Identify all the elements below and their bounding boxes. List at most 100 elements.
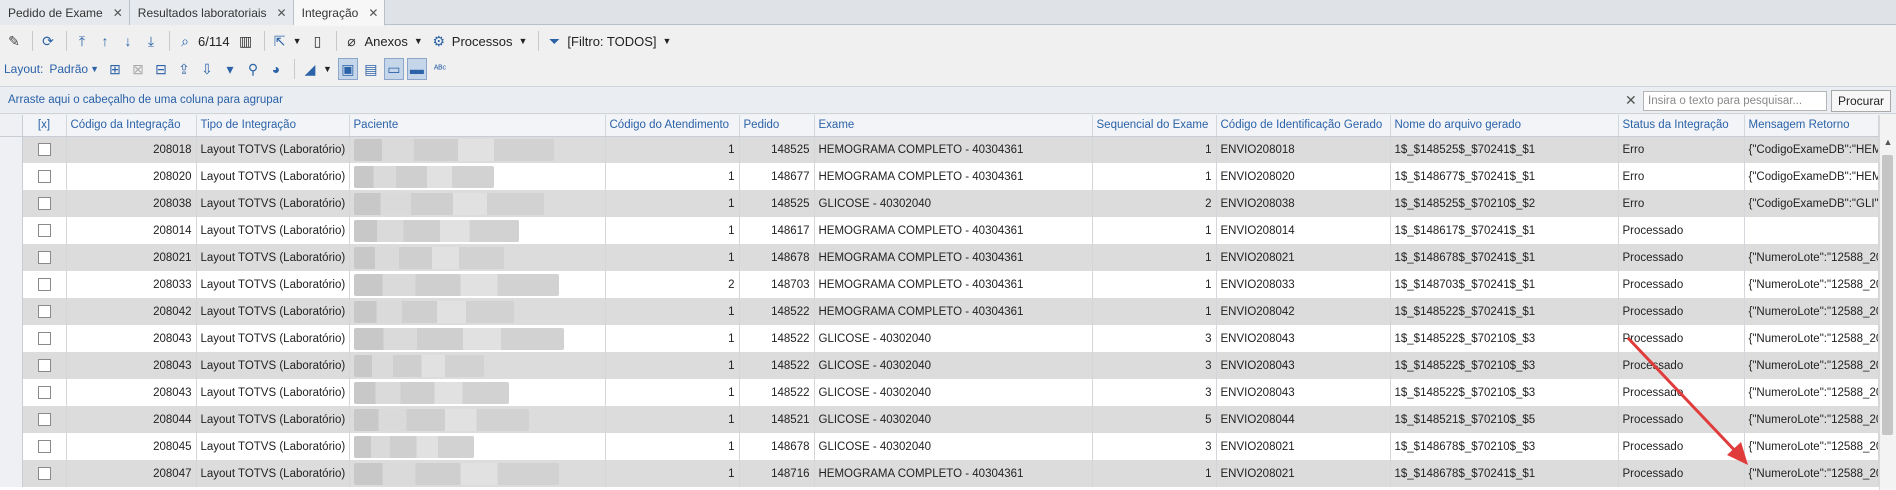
row-checkbox-cell[interactable]: [22, 298, 67, 325]
table-row[interactable]: 208020 Layout TOTVS (Laboratório) 1 148677 H…: [0, 163, 1879, 190]
row-checkbox-cell[interactable]: [22, 190, 67, 217]
delete-layout-icon[interactable]: ⊠: [128, 58, 148, 80]
close-icon[interactable]: ✕: [113, 6, 123, 20]
chevron-down-icon[interactable]: ▼: [414, 36, 423, 46]
tab-pedido-de-exame[interactable]: Pedido de Exame ✕: [0, 0, 130, 25]
row-checkbox[interactable]: [37, 359, 51, 372]
table-row[interactable]: 208042 Layout TOTVS (Laboratório) 1 148522 H…: [0, 298, 1879, 325]
column-header-paciente[interactable]: Paciente: [349, 115, 606, 137]
row-checkbox[interactable]: [37, 224, 51, 237]
row-checkbox[interactable]: [37, 278, 51, 291]
row-checkbox-cell[interactable]: [22, 406, 67, 433]
last-record-icon[interactable]: ⤓: [141, 30, 161, 52]
layout-view-4-icon[interactable]: ▬: [406, 58, 427, 80]
table-row[interactable]: 208043 Layout TOTVS (Laboratório) 1 148522 G…: [0, 352, 1879, 379]
vertical-scrollbar[interactable]: ▲: [1879, 115, 1896, 490]
refresh-icon[interactable]: ⟳: [38, 30, 58, 52]
tab-resultados-laboratoriais[interactable]: Resultados laboratoriais ✕: [129, 0, 294, 25]
column-header-status-integracao[interactable]: Status da Integração: [1618, 115, 1745, 137]
row-checkbox[interactable]: [37, 170, 51, 183]
table-row[interactable]: 208014 Layout TOTVS (Laboratório) 1 148617 H…: [0, 217, 1879, 244]
row-indicator[interactable]: [0, 406, 23, 433]
column-header-nome-arquivo[interactable]: Nome do arquivo gerado: [1390, 115, 1619, 137]
layout-view-3-icon[interactable]: ▭: [383, 58, 404, 80]
chevron-down-icon[interactable]: ▼: [663, 36, 672, 46]
layout-select[interactable]: Padrão: [49, 62, 88, 76]
row-indicator[interactable]: [0, 163, 23, 190]
save-layout-icon[interactable]: ⊟: [151, 58, 171, 80]
column-header-pedido[interactable]: Pedido: [739, 115, 815, 137]
row-checkbox-cell[interactable]: [22, 433, 67, 460]
pin-icon[interactable]: ⚲: [243, 58, 263, 80]
anexos-button[interactable]: Anexos: [365, 34, 408, 49]
table-row[interactable]: 208047 Layout TOTVS (Laboratório) 1 148716 H…: [0, 460, 1879, 487]
layout-view-1-icon[interactable]: ▣: [337, 58, 358, 80]
scroll-up-icon[interactable]: ▲: [1880, 137, 1896, 151]
row-checkbox[interactable]: [37, 332, 51, 345]
cell-mensagem-retorno[interactable]: {"NumeroLote":"12588_20: [1744, 460, 1879, 487]
previous-record-icon[interactable]: ↑: [95, 30, 115, 52]
processos-button[interactable]: Processos: [452, 34, 513, 49]
row-checkbox[interactable]: [37, 467, 51, 480]
row-checkbox[interactable]: [37, 305, 51, 318]
table-row[interactable]: 208045 Layout TOTVS (Laboratório) 1 148678 G…: [0, 433, 1879, 460]
row-indicator[interactable]: [0, 271, 23, 298]
cell-mensagem-retorno[interactable]: [1744, 217, 1879, 244]
table-row[interactable]: 208038 Layout TOTVS (Laboratório) 1 148525 G…: [0, 190, 1879, 217]
next-record-icon[interactable]: ↓: [118, 30, 138, 52]
column-header-exame[interactable]: Exame: [814, 115, 1093, 137]
shapes-icon[interactable]: ◕: [266, 58, 286, 80]
search-button[interactable]: Procurar: [1831, 90, 1891, 112]
row-indicator[interactable]: [0, 460, 23, 487]
table-row[interactable]: 208043 Layout TOTVS (Laboratório) 1 148522 G…: [0, 325, 1879, 352]
row-checkbox-cell[interactable]: [22, 271, 67, 298]
column-header-tipo-integracao[interactable]: Tipo de Integração: [196, 115, 350, 137]
row-checkbox[interactable]: [37, 386, 51, 399]
row-indicator[interactable]: [0, 352, 23, 379]
row-checkbox[interactable]: [37, 143, 51, 157]
cell-mensagem-retorno[interactable]: {"CodigoExameDB":"HEMO: [1744, 136, 1879, 163]
row-indicator[interactable]: [0, 217, 23, 244]
chevron-down-icon[interactable]: ▼: [519, 36, 528, 46]
row-checkbox-cell[interactable]: [22, 217, 67, 244]
close-icon[interactable]: ✕: [368, 6, 378, 20]
clear-search-icon[interactable]: ✕: [1625, 92, 1637, 109]
first-record-icon[interactable]: ⤒: [72, 30, 92, 52]
download-icon[interactable]: ⇩: [197, 58, 217, 80]
edit-icon[interactable]: ✎: [4, 30, 24, 52]
row-checkbox[interactable]: [37, 413, 51, 426]
cell-mensagem-retorno[interactable]: {"NumeroLote":"12588_20: [1744, 379, 1879, 406]
row-checkbox-cell[interactable]: [22, 163, 67, 190]
row-checkbox-cell[interactable]: [22, 244, 67, 271]
row-indicator[interactable]: [0, 325, 23, 352]
document-icon[interactable]: ▯: [308, 30, 328, 52]
table-row[interactable]: 208043 Layout TOTVS (Laboratório) 1 148522 G…: [0, 379, 1879, 406]
paint-roller-icon[interactable]: ▾: [220, 58, 240, 80]
add-layout-icon[interactable]: ⊞: [105, 58, 125, 80]
cell-mensagem-retorno[interactable]: {"NumeroLote":"12588_20: [1744, 298, 1879, 325]
tab-integracao[interactable]: Integração ✕: [293, 0, 386, 26]
close-icon[interactable]: ✕: [277, 6, 287, 20]
spellcheck-icon[interactable]: ᴬᴮᶜ: [430, 58, 450, 80]
row-checkbox[interactable]: [37, 197, 51, 210]
search-icon[interactable]: ⌕: [175, 30, 195, 52]
cell-mensagem-retorno[interactable]: {"NumeroLote":"12588_20: [1744, 352, 1879, 379]
table-row[interactable]: 208018 Layout TOTVS (Laboratório) 1 148525 H…: [0, 136, 1879, 163]
filter-button[interactable]: [Filtro: TODOS]: [567, 34, 656, 49]
row-indicator[interactable]: [0, 379, 23, 406]
row-checkbox[interactable]: [37, 440, 51, 453]
cell-mensagem-retorno[interactable]: {"CodigoExameDB":"GLI",: [1744, 190, 1879, 217]
row-checkbox-cell[interactable]: [22, 325, 67, 352]
table-row[interactable]: 208033 Layout TOTVS (Laboratório) 2 148703 H…: [0, 271, 1879, 298]
cell-mensagem-retorno[interactable]: {"NumeroLote":"12588_20: [1744, 325, 1879, 352]
cell-mensagem-retorno[interactable]: {"NumeroLote":"12588_20: [1744, 271, 1879, 298]
table-row[interactable]: 208044 Layout TOTVS (Laboratório) 1 148521 G…: [0, 406, 1879, 433]
cell-mensagem-retorno[interactable]: {"NumeroLote":"12588_20: [1744, 244, 1879, 271]
column-header-select[interactable]: [x]: [22, 115, 67, 137]
row-checkbox-cell[interactable]: [22, 460, 67, 487]
row-indicator[interactable]: [0, 298, 23, 325]
chevron-down-icon[interactable]: ▼: [90, 64, 99, 74]
cell-mensagem-retorno[interactable]: {"NumeroLote":"12588_20: [1744, 406, 1879, 433]
export-icon[interactable]: ⇱: [270, 30, 290, 52]
layout-view-2-icon[interactable]: ▤: [361, 58, 381, 80]
